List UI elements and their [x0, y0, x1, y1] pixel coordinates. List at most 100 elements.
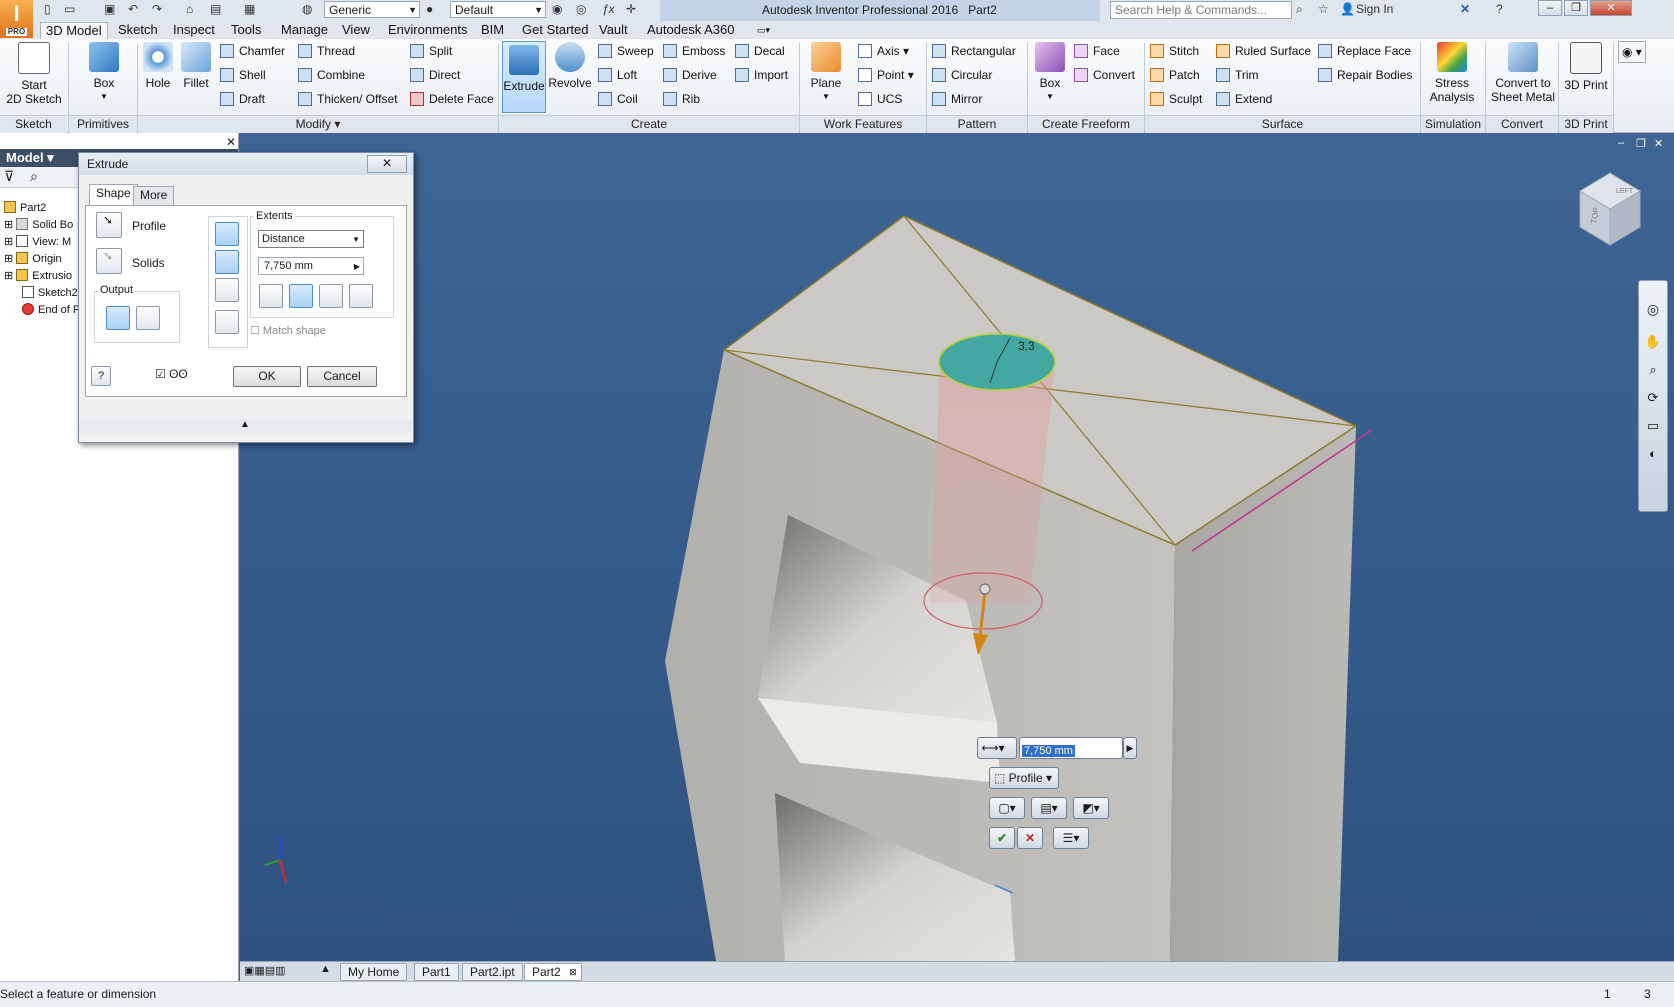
coil-button[interactable]: Coil — [598, 89, 638, 109]
profile-select-button[interactable]: ➘ — [96, 212, 122, 238]
doc-tab-my-home[interactable]: My Home — [340, 963, 408, 981]
viewport-restore-icon[interactable]: ❐ — [1636, 137, 1646, 150]
find-icon[interactable]: ⌕ — [30, 168, 38, 185]
tree-solid-bodies[interactable]: ⊞ Solid Bo — [4, 217, 73, 234]
delete-face-button[interactable]: Delete Face — [410, 89, 494, 109]
tab-vault[interactable]: Vault — [594, 22, 633, 39]
doc-tab-part1[interactable]: Part1 — [414, 963, 459, 981]
graphics-viewport[interactable]: 3.3 TOP LEFT – ❐ ✕ ⟷▾ 7,750 mm ▶ ⬚ Profi… — [240, 133, 1674, 961]
adjust-icon[interactable]: ◎ — [576, 2, 586, 18]
convert-freeform-button[interactable]: Convert — [1074, 65, 1135, 85]
tab-shape[interactable]: Shape — [89, 184, 138, 206]
orbit-icon[interactable]: ⟳ — [1639, 390, 1667, 406]
tab-autodesk-a360[interactable]: Autodesk A360 — [642, 22, 739, 39]
pan-icon[interactable]: ✋ — [1639, 334, 1667, 350]
apply-check-icon[interactable]: ✔ — [989, 827, 1015, 849]
fillet-button[interactable]: Fillet — [178, 42, 214, 90]
ucs-button[interactable]: UCS — [858, 89, 902, 109]
look-at-icon[interactable]: ▭ — [1639, 418, 1667, 434]
zoom-icon[interactable]: ⌕ — [1639, 362, 1667, 378]
repair-bodies-button[interactable]: Repair Bodies — [1318, 65, 1412, 85]
panel-convert[interactable]: Convert — [1486, 115, 1558, 133]
axis-button[interactable]: Axis ▾ — [858, 41, 909, 61]
draft-button[interactable]: Draft — [220, 89, 265, 109]
plane-dropdown-icon[interactable]: ▼ — [806, 90, 846, 104]
rectangular-pattern-button[interactable]: Rectangular — [932, 41, 1016, 61]
direction-mode-button[interactable]: ▤▾ — [1031, 797, 1067, 819]
tab-inspect[interactable]: Inspect — [168, 22, 220, 39]
split-button[interactable]: Split — [410, 41, 452, 61]
tab-sketch[interactable]: Sketch — [113, 22, 163, 39]
thicken-offset-button[interactable]: Thicken/ Offset — [298, 89, 397, 109]
output-mode-button[interactable]: ▢▾ — [989, 797, 1025, 819]
3d-print-button[interactable]: 3D Print — [1562, 42, 1610, 92]
match-shape-checkbox[interactable]: ☐ Match shape — [250, 324, 326, 337]
cancel-x-icon[interactable]: ✕ — [1017, 827, 1043, 849]
solids-select-button[interactable]: ➘ — [96, 248, 122, 274]
binoculars-icon[interactable]: ⌕ — [1296, 2, 1303, 18]
direction-1-button[interactable] — [259, 284, 283, 308]
tab-menu-icon[interactable]: ▲ — [320, 963, 331, 975]
box-dropdown-icon[interactable]: ▼ — [76, 90, 132, 104]
rib-button[interactable]: Rib — [663, 89, 700, 109]
dialog-expand-icon[interactable]: ▲ — [79, 419, 411, 433]
fx-icon[interactable]: ƒx — [602, 2, 615, 18]
patch-button[interactable]: Patch — [1150, 65, 1200, 85]
browser-close-icon[interactable]: ✕ — [226, 135, 236, 149]
panel-create[interactable]: Create — [499, 115, 799, 133]
combine-button[interactable]: Combine — [298, 65, 365, 85]
direct-button[interactable]: Direct — [410, 65, 460, 85]
tab-environments[interactable]: Environments — [383, 22, 472, 39]
tab-more[interactable]: More — [133, 186, 175, 205]
tree-extrusion[interactable]: ⊞ Extrusio — [4, 268, 72, 285]
view-options-icon[interactable]: ◐ — [1639, 446, 1667, 461]
ribbon-options-icon[interactable]: ◉ ▾ — [1618, 41, 1646, 63]
panel-pattern[interactable]: Pattern — [927, 115, 1027, 133]
redo-icon[interactable]: ↷ — [152, 2, 162, 18]
panel-modify[interactable]: Modify ▾ — [138, 115, 498, 133]
operation-mode-button[interactable]: ◩▾ — [1073, 797, 1109, 819]
point-button[interactable]: Point ▾ — [858, 65, 914, 85]
freeform-dropdown-icon[interactable]: ▼ — [1030, 90, 1070, 104]
restore-button[interactable]: ❐ — [1564, 0, 1588, 16]
select-icon[interactable]: ▦ — [244, 2, 255, 18]
save-icon[interactable]: ▣ — [104, 2, 115, 18]
sweep-button[interactable]: Sweep — [598, 41, 654, 61]
help-icon[interactable]: ? — [1496, 2, 1503, 18]
help-button[interactable]: ? — [91, 366, 111, 386]
derive-button[interactable]: Derive — [663, 65, 717, 85]
ruled-surface-button[interactable]: Ruled Surface — [1216, 41, 1311, 61]
box-primitive-button[interactable]: Box ▼ — [76, 42, 132, 104]
sign-in-link[interactable]: Sign In — [1356, 2, 1393, 18]
revolve-button[interactable]: Revolve — [548, 42, 592, 90]
arrow-right-icon[interactable]: ▶ — [354, 258, 360, 275]
undo-icon[interactable]: ↶ — [128, 2, 138, 18]
tree-view[interactable]: ⊞ View: M — [4, 234, 71, 251]
mirror-button[interactable]: Mirror — [932, 89, 982, 109]
dialog-title[interactable]: Extrude — [79, 153, 413, 175]
replace-face-button[interactable]: Replace Face — [1318, 41, 1411, 61]
model-canvas[interactable] — [240, 133, 1674, 961]
asymmetric-button[interactable] — [349, 284, 373, 308]
extend-button[interactable]: Extend — [1216, 89, 1272, 109]
tabs-overflow-icon[interactable]: ▭▾ — [752, 22, 775, 39]
tab-tools[interactable]: Tools — [226, 22, 266, 39]
doc-tab-part2-ipt[interactable]: Part2.ipt — [462, 963, 523, 981]
profile-select-button[interactable]: ⬚ Profile ▾ — [989, 767, 1059, 789]
appearance-combo[interactable]: Default ▼ — [450, 1, 546, 18]
panel-3d-print[interactable]: 3D Print — [1559, 115, 1613, 133]
panel-surface[interactable]: Surface — [1145, 115, 1420, 133]
output-surface-button[interactable] — [136, 306, 160, 330]
extrude-arrow-handle[interactable] — [979, 583, 991, 595]
intersect-button[interactable] — [215, 278, 239, 302]
update-icon[interactable]: ◍ — [302, 2, 312, 18]
distance-input[interactable]: 7,750 mm — [1019, 737, 1123, 759]
close-button[interactable]: ✕ — [1590, 0, 1632, 16]
stitch-button[interactable]: Stitch — [1150, 41, 1199, 61]
tab-3d-model[interactable]: 3D Model — [40, 22, 108, 40]
material-combo[interactable]: Generic ▼ — [324, 1, 420, 18]
face-button[interactable]: Face — [1074, 41, 1120, 61]
tab-close-icon[interactable]: ⊠ — [569, 964, 577, 981]
exchange-icon[interactable]: ✕ — [1460, 2, 1470, 18]
distance-arrow-icon[interactable]: ▶ — [1123, 737, 1137, 759]
